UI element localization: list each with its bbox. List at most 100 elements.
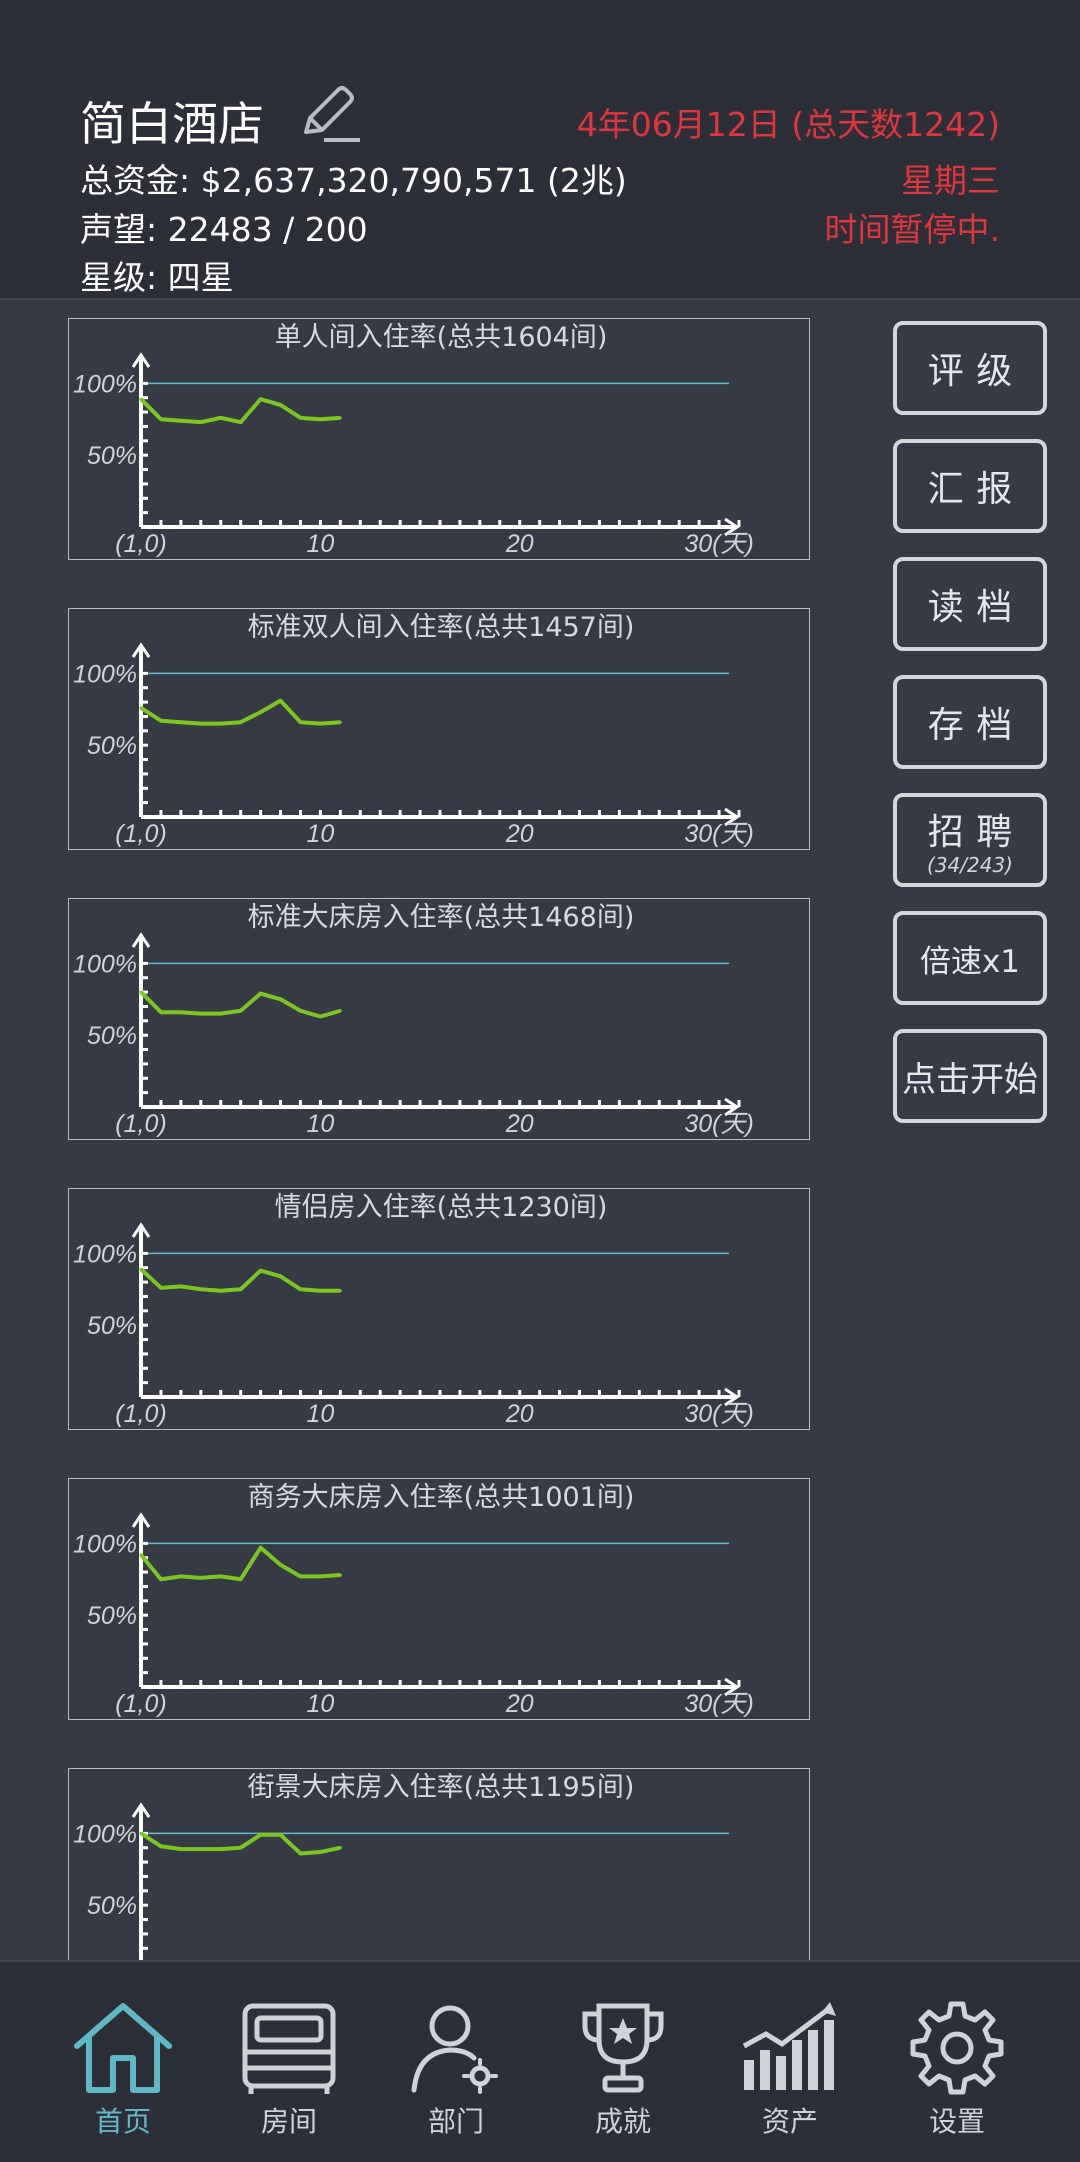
data-point [239,420,243,424]
data-point [279,403,283,407]
nav-settings[interactable]: 设置 [874,1962,1040,2162]
edit-icon[interactable] [292,78,362,148]
data-point [179,1284,183,1288]
data-point [318,1289,322,1293]
data-point [159,417,163,421]
x-tick-label: 10 [306,530,334,558]
data-point [279,997,283,1001]
rating-button[interactable]: 评级 [893,321,1047,415]
time-status: 时间暂停中. [824,210,1001,249]
data-point [318,417,322,421]
x-tick-label: (1,0) [115,1110,166,1138]
data-point [318,1015,322,1019]
game-date: 4年06月12日 (总天数1242) [576,105,1000,144]
data-point [239,1009,243,1013]
gear-icon [910,2001,1004,2095]
load-save-button[interactable]: 读档 [893,557,1047,651]
hotel-name: 简白酒店 [80,97,264,151]
data-point [219,1574,223,1578]
y-tick-label: 50% [87,732,137,760]
y-tick-label: 50% [87,1892,137,1920]
data-point [239,1846,243,1850]
data-point [179,1574,183,1578]
y-tick-label: 100% [73,370,137,398]
speed-button-label: 倍速x1 [919,943,1021,980]
weekday: 星期三 [901,161,1000,200]
chart-canvas: 标准大床房入住率(总共1468间) 100% 50% (1,0) 10 20 30(天) [73,902,754,1138]
chart-title: 商务大床房入住率(总共1001间) [248,1482,635,1513]
data-point [199,1847,203,1851]
x-tick-label: 10 [306,1690,334,1718]
occupancy-chart: 标准大床房入住率(总共1468间) 100% 50% (1,0) 10 20 30(天) [68,898,810,1140]
occupancy-line [139,698,341,726]
nav-achievement[interactable]: 成就 [540,1962,706,2162]
x-tick-label: 10 [306,1110,334,1138]
occupancy-chart: 单人间入住率(总共1604间) 100% 50% (1,0) 10 20 30(天) [68,318,810,560]
total-funds: 总资金: $2,637,320,790,571 (2兆) [80,161,627,200]
nav-achievement-label: 成就 [594,2105,651,2138]
x-tick-label: (1,0) [115,820,166,848]
data-point [279,1833,283,1837]
nav-assets[interactable]: 资产 [707,1962,873,2162]
occupancy-line [139,1545,341,1582]
data-point [298,1287,302,1291]
data-point [338,1009,342,1013]
data-point [199,1576,203,1580]
x-tick-label: 30(天) [684,820,753,848]
data-point [199,420,203,424]
data-point [239,1577,243,1581]
x-tick-label: 30(天) [684,530,753,558]
recruit-button-label: 招聘 [927,812,1025,853]
y-tick-label: 50% [87,1312,137,1340]
data-point [199,722,203,726]
speed-button[interactable]: 倍速x1 [893,911,1047,1005]
save-button[interactable]: 存档 [893,675,1047,769]
start-button-label: 点击开始 [902,1059,1038,1100]
chart-canvas: 情侣房入住率(总共1230间) 100% 50% (1,0) 10 20 30(天) [73,1192,754,1428]
data-point [259,1546,263,1550]
y-tick-label: 50% [87,1602,137,1630]
data-point [259,992,263,996]
x-tick-label: 20 [505,1400,534,1428]
y-tick-label: 100% [73,950,137,978]
data-point [279,1563,283,1567]
data-point [239,720,243,724]
data-point [298,1851,302,1855]
x-tick-label: 20 [505,820,534,848]
report-button[interactable]: 汇报 [893,439,1047,533]
data-point [298,1009,302,1013]
data-point [179,1010,183,1014]
nav-department[interactable]: 部门 [373,1962,539,2162]
data-point [219,1847,223,1851]
data-point [179,720,183,724]
data-point [259,1269,263,1273]
data-point [139,990,143,994]
recruit-count: (34/243) [927,853,1013,877]
y-tick-label: 50% [87,1022,137,1050]
data-point [219,1289,223,1293]
data-point [298,720,302,724]
chart-canvas: 标准双人间入住率(总共1457间) 100% 50% (1,0) 10 20 30(天) [73,612,754,848]
star-rating: 星级: 四星 [80,258,234,297]
report-button-label: 汇报 [927,469,1025,510]
data-point [139,1267,143,1271]
load-save-button-label: 读档 [927,587,1025,628]
occupancy-line [139,1831,341,1856]
y-tick-label: 50% [87,442,137,470]
x-tick-label: 10 [306,820,334,848]
start-button[interactable]: 点击开始 [893,1029,1047,1123]
recruit-button[interactable]: 招聘 (34/243) [893,793,1047,887]
x-tick-label: 10 [306,1400,334,1428]
nav-rooms[interactable]: 房间 [206,1962,372,2162]
bottom-nav: 首页 房间 部门 成就 资产 设置 [0,1960,1080,2162]
y-tick-label: 100% [73,660,137,688]
data-point [239,1287,243,1291]
chart-growth-icon [742,2002,836,2090]
data-point [279,699,283,703]
nav-home[interactable]: 首页 [40,1962,206,2162]
x-tick-label: 20 [505,530,534,558]
x-tick-label: 30(天) [684,1690,753,1718]
x-tick-label: 30(天) [684,1110,753,1138]
data-point [159,1010,163,1014]
trophy-icon [582,2003,664,2093]
